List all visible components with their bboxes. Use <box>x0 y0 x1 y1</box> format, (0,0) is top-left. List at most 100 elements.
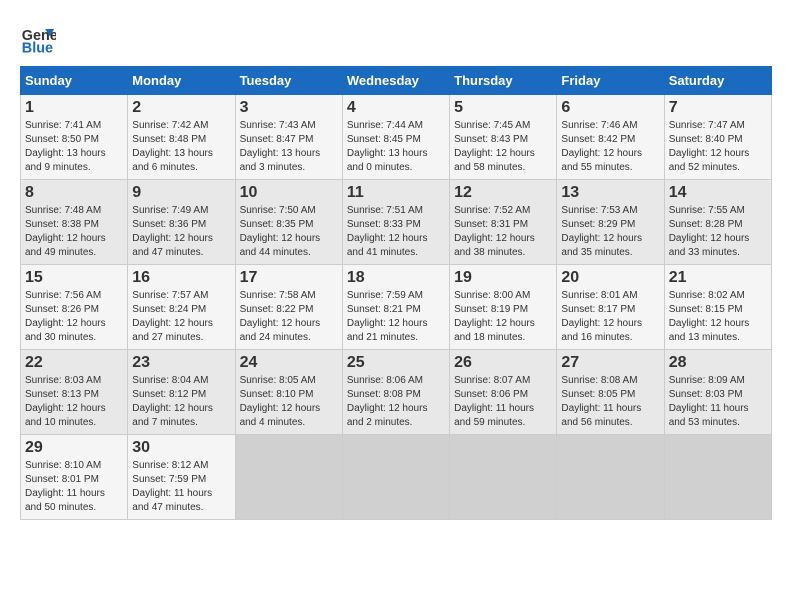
day-number: 17 <box>240 269 338 287</box>
calendar-cell: 23 Sunrise: 8:04 AM Sunset: 8:12 PM Dayli… <box>128 350 235 435</box>
calendar-cell: 6Sunrise: 7:46 AM Sunset: 8:42 PM Daylig… <box>557 95 664 180</box>
calendar-cell: 17 Sunrise: 7:58 AM Sunset: 8:22 PM Dayli… <box>235 265 342 350</box>
day-number: 30 <box>132 439 230 457</box>
day-number: 22 <box>25 354 123 372</box>
day-info: Sunrise: 8:02 AM Sunset: 8:15 PM Dayligh… <box>669 289 767 345</box>
header-sunday: Sunday <box>21 67 128 95</box>
day-info: Sunrise: 8:09 AM Sunset: 8:03 PM Dayligh… <box>669 374 767 430</box>
day-info: Sunrise: 8:04 AM Sunset: 8:12 PM Dayligh… <box>132 374 230 430</box>
calendar-cell: 14Sunrise: 7:55 AM Sunset: 8:28 PM Dayli… <box>664 180 771 265</box>
calendar-cell: 13Sunrise: 7:53 AM Sunset: 8:29 PM Dayli… <box>557 180 664 265</box>
header-thursday: Thursday <box>450 67 557 95</box>
calendar-cell: 28 Sunrise: 8:09 AM Sunset: 8:03 PM Dayli… <box>664 350 771 435</box>
calendar-cell <box>557 435 664 520</box>
calendar-week-4: 29 Sunrise: 8:10 AM Sunset: 8:01 PM Dayli… <box>21 435 772 520</box>
header-friday: Friday <box>557 67 664 95</box>
day-info: Sunrise: 7:49 AM Sunset: 8:36 PM Dayligh… <box>132 204 230 260</box>
header-monday: Monday <box>128 67 235 95</box>
calendar-header-row: SundayMondayTuesdayWednesdayThursdayFrid… <box>21 67 772 95</box>
day-info: Sunrise: 8:00 AM Sunset: 8:19 PM Dayligh… <box>454 289 552 345</box>
header-saturday: Saturday <box>664 67 771 95</box>
day-number: 25 <box>347 354 445 372</box>
calendar-cell: 4 Sunrise: 7:44 AM Sunset: 8:45 PM Daylig… <box>342 95 449 180</box>
calendar-cell: 19 Sunrise: 8:00 AM Sunset: 8:19 PM Dayli… <box>450 265 557 350</box>
day-info: Sunrise: 7:52 AM Sunset: 8:31 PM Dayligh… <box>454 204 552 260</box>
calendar-cell <box>450 435 557 520</box>
day-number: 8 <box>25 184 123 202</box>
calendar-week-1: 8 Sunrise: 7:48 AM Sunset: 8:38 PM Daylig… <box>21 180 772 265</box>
day-number: 14 <box>669 184 767 202</box>
calendar-table: SundayMondayTuesdayWednesdayThursdayFrid… <box>20 66 772 520</box>
day-info: Sunrise: 7:45 AM Sunset: 8:43 PM Dayligh… <box>454 119 552 175</box>
day-info: Sunrise: 7:51 AM Sunset: 8:33 PM Dayligh… <box>347 204 445 260</box>
day-info: Sunrise: 7:44 AM Sunset: 8:45 PM Dayligh… <box>347 119 445 175</box>
day-number: 2 <box>132 99 230 117</box>
day-number: 10 <box>240 184 338 202</box>
calendar-cell: 10 Sunrise: 7:50 AM Sunset: 8:35 PM Dayli… <box>235 180 342 265</box>
day-info: Sunrise: 7:56 AM Sunset: 8:26 PM Dayligh… <box>25 289 123 345</box>
day-number: 3 <box>240 99 338 117</box>
calendar-cell: 3 Sunrise: 7:43 AM Sunset: 8:47 PM Daylig… <box>235 95 342 180</box>
calendar-cell: 18Sunrise: 7:59 AM Sunset: 8:21 PM Dayli… <box>342 265 449 350</box>
day-info: Sunrise: 8:12 AM Sunset: 7:59 PM Dayligh… <box>132 459 230 515</box>
day-info: Sunrise: 8:03 AM Sunset: 8:13 PM Dayligh… <box>25 374 123 430</box>
header-wednesday: Wednesday <box>342 67 449 95</box>
day-info: Sunrise: 7:43 AM Sunset: 8:47 PM Dayligh… <box>240 119 338 175</box>
day-info: Sunrise: 8:07 AM Sunset: 8:06 PM Dayligh… <box>454 374 552 430</box>
day-number: 27 <box>561 354 659 372</box>
day-info: Sunrise: 7:57 AM Sunset: 8:24 PM Dayligh… <box>132 289 230 345</box>
calendar-cell: 24 Sunrise: 8:05 AM Sunset: 8:10 PM Dayli… <box>235 350 342 435</box>
day-info: Sunrise: 8:05 AM Sunset: 8:10 PM Dayligh… <box>240 374 338 430</box>
day-info: Sunrise: 7:47 AM Sunset: 8:40 PM Dayligh… <box>669 119 767 175</box>
day-info: Sunrise: 7:58 AM Sunset: 8:22 PM Dayligh… <box>240 289 338 345</box>
logo-icon: General Blue <box>20 20 56 56</box>
calendar-cell: 25 Sunrise: 8:06 AM Sunset: 8:08 PM Dayli… <box>342 350 449 435</box>
calendar-cell: 21 Sunrise: 8:02 AM Sunset: 8:15 PM Dayli… <box>664 265 771 350</box>
day-number: 19 <box>454 269 552 287</box>
day-number: 29 <box>25 439 123 457</box>
calendar-cell: 2 Sunrise: 7:42 AM Sunset: 8:48 PM Daylig… <box>128 95 235 180</box>
calendar-week-0: 1 Sunrise: 7:41 AM Sunset: 8:50 PM Daylig… <box>21 95 772 180</box>
calendar-cell: 9 Sunrise: 7:49 AM Sunset: 8:36 PM Daylig… <box>128 180 235 265</box>
calendar-cell <box>664 435 771 520</box>
calendar-cell: 8 Sunrise: 7:48 AM Sunset: 8:38 PM Daylig… <box>21 180 128 265</box>
day-info: Sunrise: 7:42 AM Sunset: 8:48 PM Dayligh… <box>132 119 230 175</box>
calendar-cell: 11Sunrise: 7:51 AM Sunset: 8:33 PM Dayli… <box>342 180 449 265</box>
day-number: 21 <box>669 269 767 287</box>
calendar-cell: 29 Sunrise: 8:10 AM Sunset: 8:01 PM Dayli… <box>21 435 128 520</box>
calendar-cell: 30 Sunrise: 8:12 AM Sunset: 7:59 PM Dayli… <box>128 435 235 520</box>
calendar-cell: 15 Sunrise: 7:56 AM Sunset: 8:26 PM Dayli… <box>21 265 128 350</box>
day-number: 15 <box>25 269 123 287</box>
day-number: 23 <box>132 354 230 372</box>
day-number: 4 <box>347 99 445 117</box>
day-info: Sunrise: 7:53 AM Sunset: 8:29 PM Dayligh… <box>561 204 659 260</box>
day-number: 9 <box>132 184 230 202</box>
day-info: Sunrise: 8:08 AM Sunset: 8:05 PM Dayligh… <box>561 374 659 430</box>
day-info: Sunrise: 7:50 AM Sunset: 8:35 PM Dayligh… <box>240 204 338 260</box>
day-number: 1 <box>25 99 123 117</box>
calendar-cell: 7 Sunrise: 7:47 AM Sunset: 8:40 PM Daylig… <box>664 95 771 180</box>
day-number: 24 <box>240 354 338 372</box>
day-number: 26 <box>454 354 552 372</box>
day-number: 16 <box>132 269 230 287</box>
day-info: Sunrise: 7:46 AM Sunset: 8:42 PM Dayligh… <box>561 119 659 175</box>
day-info: Sunrise: 8:10 AM Sunset: 8:01 PM Dayligh… <box>25 459 123 515</box>
day-number: 28 <box>669 354 767 372</box>
calendar-cell: 26 Sunrise: 8:07 AM Sunset: 8:06 PM Dayli… <box>450 350 557 435</box>
day-number: 7 <box>669 99 767 117</box>
calendar-cell: 16 Sunrise: 7:57 AM Sunset: 8:24 PM Dayli… <box>128 265 235 350</box>
calendar-cell: 1 Sunrise: 7:41 AM Sunset: 8:50 PM Daylig… <box>21 95 128 180</box>
header: General Blue <box>20 20 772 56</box>
day-number: 12 <box>454 184 552 202</box>
day-info: Sunrise: 8:01 AM Sunset: 8:17 PM Dayligh… <box>561 289 659 345</box>
calendar-week-3: 22 Sunrise: 8:03 AM Sunset: 8:13 PM Dayli… <box>21 350 772 435</box>
calendar-cell <box>342 435 449 520</box>
day-info: Sunrise: 7:48 AM Sunset: 8:38 PM Dayligh… <box>25 204 123 260</box>
day-number: 18 <box>347 269 445 287</box>
day-info: Sunrise: 7:41 AM Sunset: 8:50 PM Dayligh… <box>25 119 123 175</box>
day-number: 20 <box>561 269 659 287</box>
calendar-cell: 20 Sunrise: 8:01 AM Sunset: 8:17 PM Dayli… <box>557 265 664 350</box>
logo: General Blue <box>20 20 56 56</box>
day-info: Sunrise: 8:06 AM Sunset: 8:08 PM Dayligh… <box>347 374 445 430</box>
calendar-week-2: 15 Sunrise: 7:56 AM Sunset: 8:26 PM Dayli… <box>21 265 772 350</box>
